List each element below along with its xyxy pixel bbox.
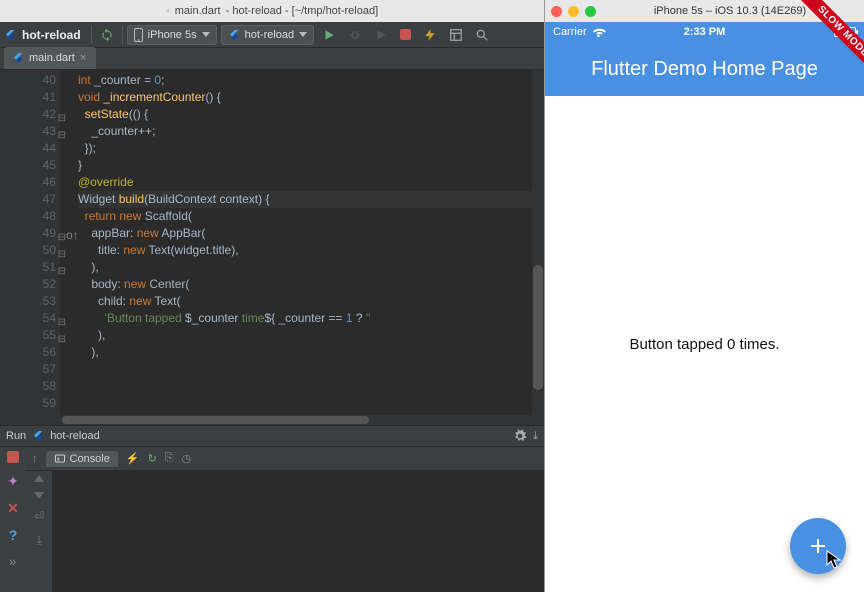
ios-statusbar: Carrier 2:33 PM [545,22,864,42]
device-name: iPhone 5s [148,29,197,41]
close-icon[interactable]: × [80,54,88,62]
separator [122,26,123,44]
up-icon[interactable]: ↑ [32,453,38,465]
layout-inspector-button[interactable] [445,25,467,45]
chevron-down-icon [202,32,210,37]
file-tab-label: main.dart [29,52,75,64]
bolt-button[interactable] [419,25,441,45]
ide-toolbar: hot-reload iPhone 5s hot-reload [0,22,544,48]
console-output[interactable]: ⏎ ⤓ [26,471,544,592]
horizontal-scrollbar[interactable] [60,415,532,425]
code-content[interactable]: int _counter = 0;void _incrementCounter(… [60,70,544,425]
line-gutter: 404142⊟43⊟444546474849⊟o↑50⊟51⊟525354⊟55… [0,70,60,425]
run-button[interactable] [318,25,340,45]
timeline-icon[interactable]: ◷ [182,452,192,465]
close-window-button[interactable] [551,6,562,17]
run-config-name: hot-reload [245,29,295,41]
hide-panel-icon[interactable]: ⤓ [533,430,538,443]
run-panel-header: Run hot-reload ⤓ [0,425,544,447]
zoom-window-button[interactable] [585,6,596,17]
traffic-lights[interactable] [551,6,596,17]
bug-icon[interactable]: ✦ [7,473,19,490]
code-editor[interactable]: 404142⊟43⊟444546474849⊟o↑50⊟51⊟525354⊟55… [0,70,544,425]
run-panel: ✦ ✕ ? » ↑ Console ⚡ ↻ ⎘ ◷ ⏎ [0,447,544,592]
ide-titlebar: ◦ main.dart - hot-reload - [~/tmp/hot-re… [0,0,544,22]
console-nav: ⏎ ⤓ [26,471,52,592]
vertical-scrollbar[interactable] [532,70,544,425]
minimize-window-button[interactable] [568,6,579,17]
title-rest: - hot-reload - [~/tmp/hot-reload] [226,5,379,17]
run-config-selector[interactable]: hot-reload [221,25,315,45]
run-toolbar: ↑ Console ⚡ ↻ ⎘ ◷ [26,447,544,471]
run-left-toolbar: ✦ ✕ ? » [0,447,26,592]
help-icon[interactable]: ? [9,527,18,543]
project-name: hot-reload [20,28,87,42]
mouse-cursor [826,550,842,570]
run-config-label: hot-reload [50,430,100,442]
app-bar: Flutter Demo Home Page SLOW MODE [545,42,864,96]
arrow-down-icon[interactable] [34,492,44,499]
console-tab[interactable]: Console [46,451,118,467]
stop-button[interactable] [7,451,19,463]
run-label: Run [6,430,26,442]
app-body: Button tapped 0 times. [545,96,864,592]
flutter-icon [32,430,44,442]
more-icon[interactable]: » [9,553,18,569]
gear-icon[interactable] [513,429,527,443]
chevron-down-icon [299,32,307,37]
search-button[interactable] [471,25,493,45]
bolt-icon[interactable]: ⚡ [126,452,140,465]
separator [91,26,92,44]
attach-button[interactable] [370,25,392,45]
arrow-up-icon[interactable] [34,475,44,482]
close-icon[interactable]: ✕ [7,500,19,517]
clock: 2:33 PM [545,26,864,38]
restart-icon[interactable]: ↻ [148,452,157,465]
flutter-icon [4,29,16,41]
stop-button[interactable] [396,25,415,45]
device-selector[interactable]: iPhone 5s [127,25,217,45]
body-text: Button tapped 0 times. [629,336,779,353]
app-bar-title: Flutter Demo Home Page [591,58,818,81]
unsaved-indicator: ◦ [166,5,170,17]
debug-button[interactable] [344,25,366,45]
flutter-icon [228,29,240,41]
file-tab[interactable]: main.dart × [4,47,96,69]
simulator-window: iPhone 5s – iOS 10.3 (14E269) Carrier 2:… [544,0,864,592]
console-label: Console [70,453,110,465]
editor-tabstrip: main.dart × [0,48,544,70]
ide-window: ◦ main.dart - hot-reload - [~/tmp/hot-re… [0,0,544,592]
open-devtools-icon[interactable]: ⎘ [165,452,174,465]
console-icon [54,453,66,465]
title-file: main.dart [175,5,221,17]
hot-reload-button[interactable] [96,25,118,45]
flutter-icon [12,52,24,64]
scroll-end-icon[interactable]: ⤓ [36,533,41,548]
wrap-icon[interactable]: ⏎ [34,509,44,523]
